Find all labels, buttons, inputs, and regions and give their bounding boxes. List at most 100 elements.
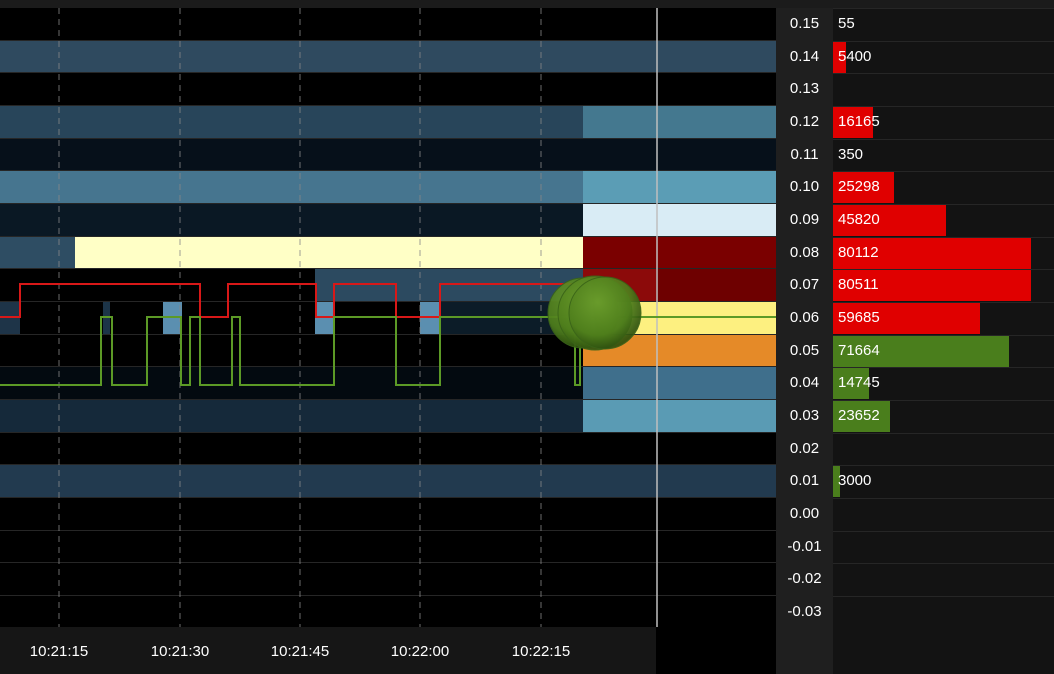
row-separator [833,433,1054,434]
liquidity-cell [583,400,776,432]
volume-value: 3000 [838,472,872,489]
row-separator [833,269,1054,270]
price-level-label: 0.04 [789,374,820,391]
time-tick-label: 10:22:00 [390,643,450,660]
volume-row: 14745 [833,367,1054,399]
volume-row: 23652 [833,400,1054,432]
row-separator [833,171,1054,172]
price-level-label: 0.05 [789,342,820,359]
volume-value: 5400 [838,48,872,65]
liquidity-cell [583,204,776,236]
liquidity-cell [656,269,776,301]
price-level-label: 0.15 [789,15,820,32]
row-separator [833,498,1054,499]
row-separator [833,596,1054,597]
volume-value: 45820 [838,211,880,228]
row-separator [833,8,1054,9]
time-axis-spacer [656,627,776,674]
volume-value: 23652 [838,407,880,424]
liquidity-cell [583,106,776,138]
trade-bubble [568,276,642,350]
liquidity-cell [75,237,583,268]
row-separator [833,367,1054,368]
volume-row: 80112 [833,237,1054,269]
price-level-label: 0.06 [789,309,820,326]
volume-value: 59685 [838,309,880,326]
volume-row [833,531,1054,563]
row-separator [833,531,1054,532]
volume-value: 80511 [838,276,879,293]
volume-profile: 55 5400 16165 350 25298 45820 80112 80511 59685 7… [833,8,1054,674]
row-separator [833,302,1054,303]
volume-row: 80511 [833,269,1054,301]
time-tick-label: 10:22:15 [511,643,571,660]
price-level-label: 0.03 [789,407,820,424]
volume-row: 5400 [833,41,1054,73]
volume-row: 350 [833,139,1054,171]
volume-row: 3000 [833,465,1054,497]
price-level-label: 0.12 [789,113,820,130]
price-level-label: -0.02 [787,570,822,587]
liquidity-cell [0,171,583,203]
price-level-label: 0.09 [789,211,820,228]
volume-row: 16165 [833,106,1054,138]
row-separator [833,73,1054,74]
row-separator [833,465,1054,466]
top-border [0,0,1054,8]
price-level-label: 0.11 [790,146,819,163]
price-level-label: 0.01 [789,472,820,489]
price-level-label: 0.07 [789,276,820,293]
heatmap-svg [0,8,776,627]
price-level-label: 0.02 [789,440,820,457]
volume-value: 14745 [838,374,880,391]
row-separator [833,139,1054,140]
liquidity-cell [0,41,776,72]
liquidity-cell [0,400,583,432]
volume-value: 16165 [838,113,880,130]
row-separator [833,400,1054,401]
liquidity-cell [0,106,583,138]
price-level-label: 0.13 [789,80,820,97]
price-axis: 0.15 0.14 0.13 0.12 0.11 0.10 0.09 0.08 0.07 0.06… [776,8,833,674]
volume-row: 25298 [833,171,1054,203]
volume-row [833,596,1054,628]
row-separator [833,204,1054,205]
heatmap-chart-area[interactable] [0,8,776,627]
row-separator [833,41,1054,42]
price-level-label: 0.14 [789,48,820,65]
volume-value: 55 [838,15,855,32]
volume-row: 59685 [833,302,1054,334]
price-level-label: 0.10 [789,178,820,195]
volume-value: 350 [838,146,864,163]
volume-value: 25298 [838,178,880,195]
price-level-label: -0.01 [787,538,822,555]
volume-row: 45820 [833,204,1054,236]
volume-row [833,433,1054,465]
volume-row: 55 [833,8,1054,40]
row-separator [833,563,1054,564]
order-book-heatmap: 10:21:15 10:21:30 10:21:45 10:22:00 10:22:15… [0,0,1054,674]
liquidity-cell [0,465,776,497]
liquidity-cell [583,237,776,268]
liquidity-cell [0,139,776,170]
time-tick-label: 10:21:45 [270,643,330,660]
price-level-label: 0.00 [789,505,820,522]
time-tick-label: 10:21:30 [150,643,210,660]
row-separator [833,237,1054,238]
liquidity-cell [0,367,583,399]
price-level-label: 0.08 [789,244,820,261]
row-separator [833,106,1054,107]
volume-row [833,498,1054,530]
volume-row [833,73,1054,105]
liquidity-cell [0,204,583,236]
time-axis: 10:21:15 10:21:30 10:21:45 10:22:00 10:22:15 [0,627,656,674]
volume-row [833,563,1054,595]
liquidity-cell [0,237,75,268]
volume-row: 71664 [833,335,1054,367]
volume-value: 80112 [838,244,879,261]
row-separator [833,335,1054,336]
volume-value: 71664 [838,342,880,359]
time-tick-label: 10:21:15 [29,643,89,660]
liquidity-cell [583,171,776,203]
liquidity-cell [583,367,776,399]
